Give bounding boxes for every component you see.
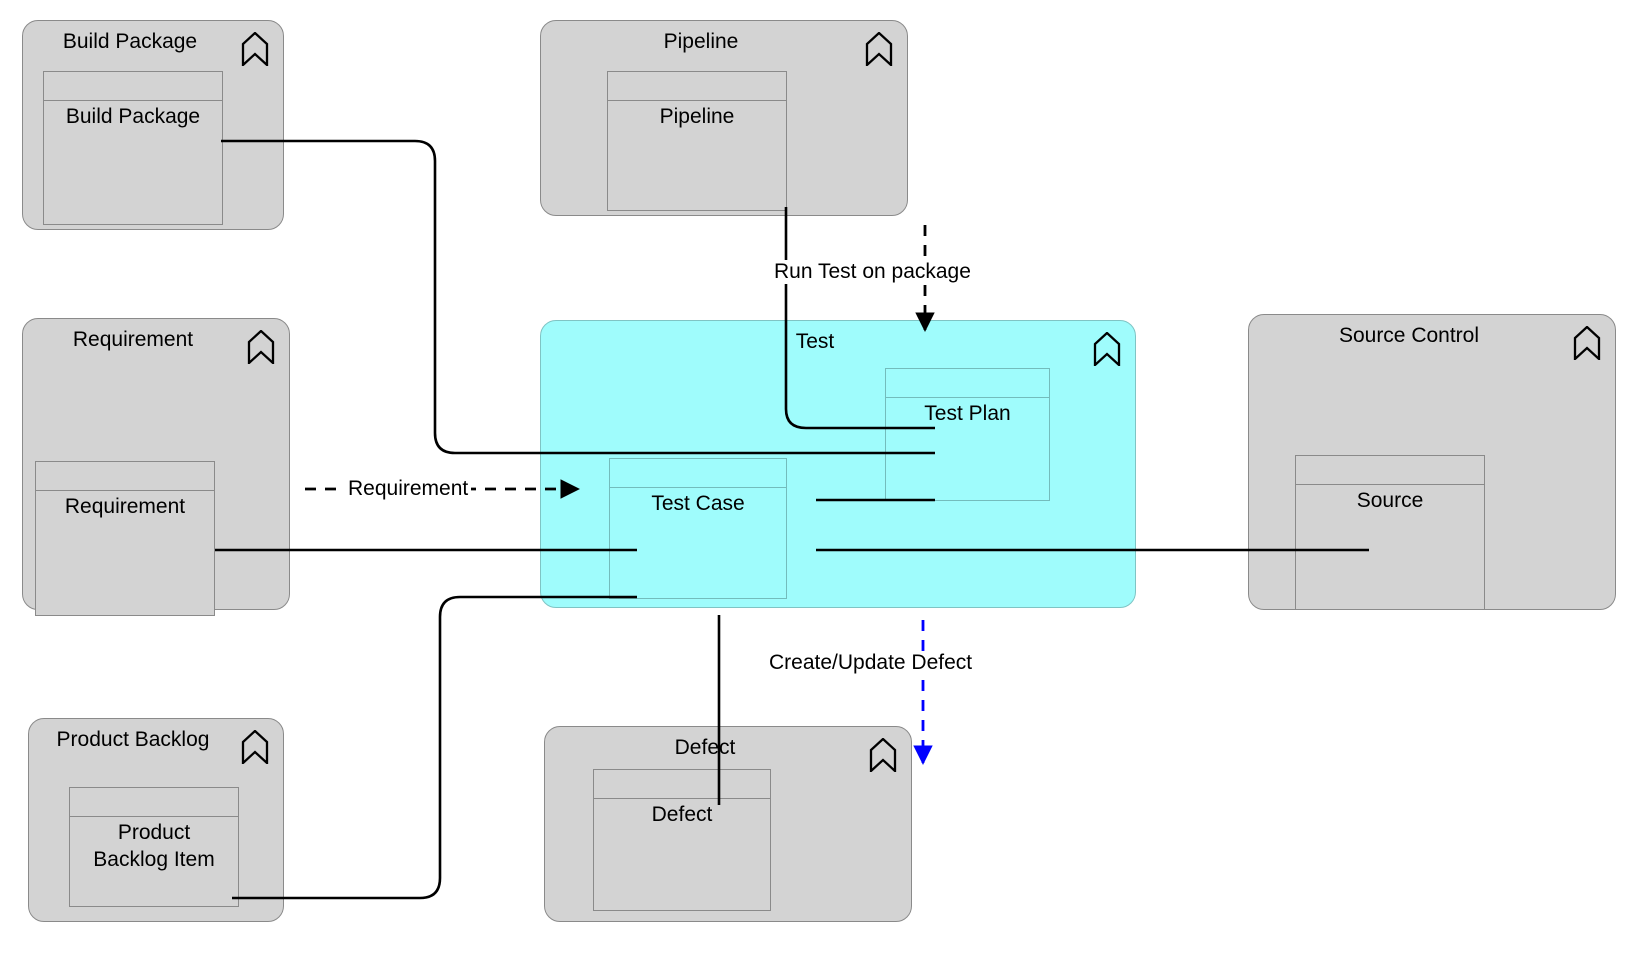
package-product-backlog[interactable]: Product Backlog Product Backlog Item xyxy=(28,718,284,922)
element-label: Test Plan xyxy=(924,402,1011,425)
element-product-backlog-item[interactable]: Product Backlog Item xyxy=(69,787,239,907)
element-label: Requirement xyxy=(64,495,186,518)
element-strip xyxy=(594,770,770,799)
package-title: Product Backlog xyxy=(56,728,210,751)
element-strip xyxy=(608,72,786,101)
package-chevron-icon xyxy=(1093,331,1121,368)
element-build-package[interactable]: Build Package xyxy=(43,71,223,225)
element-strip xyxy=(36,462,214,491)
element-strip xyxy=(44,72,222,101)
package-chevron-icon xyxy=(865,31,893,68)
element-requirement[interactable]: Requirement xyxy=(35,461,215,616)
element-label: Build Package xyxy=(65,105,201,128)
element-strip xyxy=(610,459,786,488)
edge-label-requirement: Requirement xyxy=(345,477,472,501)
package-requirement[interactable]: Requirement Requirement xyxy=(22,318,290,616)
package-title: Source Control xyxy=(1338,324,1480,347)
element-test-case[interactable]: Test Case xyxy=(609,458,787,599)
element-label: Test Case xyxy=(651,492,745,515)
element-label: Source xyxy=(1356,489,1424,512)
edge-label-run-test-on-package: Run Test on package xyxy=(771,260,974,284)
package-pipeline[interactable]: Pipeline Pipeline xyxy=(540,20,908,216)
package-defect[interactable]: Defect Defect xyxy=(544,726,912,922)
edge-label-create-update-defect: Create/Update Defect xyxy=(766,651,976,675)
element-strip xyxy=(70,788,238,817)
package-chevron-icon xyxy=(241,31,269,68)
element-label: Product Backlog Item xyxy=(93,821,215,871)
package-test[interactable]: Test Test Plan Test Case xyxy=(540,320,1136,608)
package-chevron-icon xyxy=(869,737,897,774)
diagram-canvas: Build Package Build Package Pipeline Pip… xyxy=(0,0,1636,978)
package-title: Test xyxy=(795,330,835,353)
package-chevron-icon xyxy=(1573,325,1601,362)
package-chevron-icon xyxy=(241,729,269,766)
element-strip xyxy=(886,369,1049,398)
package-source-control[interactable]: Source Control Source xyxy=(1248,314,1616,610)
package-chevron-icon xyxy=(247,329,275,366)
package-title: Defect xyxy=(674,736,736,759)
element-source[interactable]: Source xyxy=(1295,455,1485,610)
element-label: Pipeline xyxy=(659,105,735,128)
element-label: Defect xyxy=(651,803,713,826)
element-test-plan[interactable]: Test Plan xyxy=(885,368,1050,501)
element-pipeline[interactable]: Pipeline xyxy=(607,71,787,211)
element-strip xyxy=(1296,456,1484,485)
package-build-package[interactable]: Build Package Build Package xyxy=(22,20,284,230)
package-title: Build Package xyxy=(62,30,198,53)
element-defect[interactable]: Defect xyxy=(593,769,771,911)
package-title: Requirement xyxy=(72,328,194,351)
package-title: Pipeline xyxy=(663,30,739,53)
